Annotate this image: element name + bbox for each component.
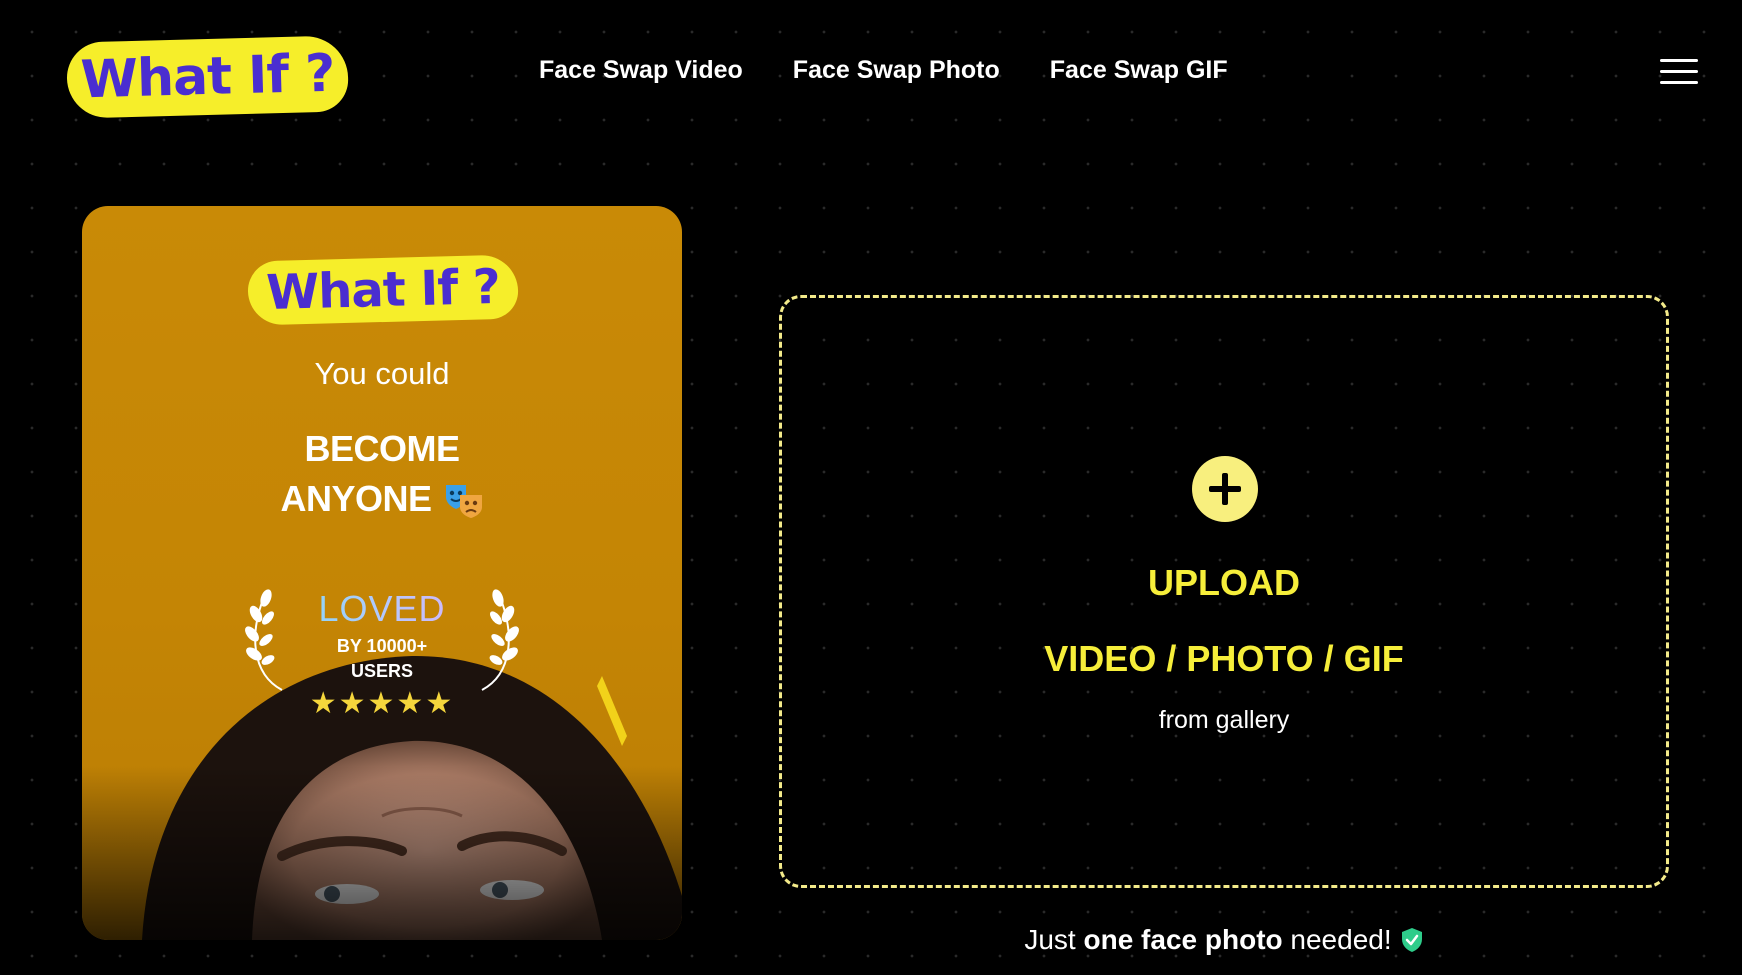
promo-card: What If ? You could BECOME ANYONE LOVED …: [82, 206, 682, 940]
nav-face-swap-video[interactable]: Face Swap Video: [539, 56, 743, 85]
logo-text: What If ?: [79, 43, 336, 111]
main-nav: Face Swap Video Face Swap Photo Face Swa…: [539, 56, 1228, 85]
promo-logo-text: What If ?: [265, 258, 501, 322]
promo-logo: What If ?: [247, 254, 519, 326]
laurel-right-icon: [481, 589, 519, 691]
shield-check-icon: [1400, 927, 1424, 953]
nav-face-swap-photo[interactable]: Face Swap Photo: [793, 56, 1000, 85]
loved-badge: LOVED BY 10000+ USERS ★★★★★: [242, 578, 522, 728]
plus-icon[interactable]: [1192, 456, 1258, 522]
promo-headline-word: ANYONE: [280, 478, 432, 519]
upload-dropzone[interactable]: UPLOAD VIDEO / PHOTO / GIF from gallery: [779, 295, 1669, 888]
promo-subtitle: You could: [314, 356, 450, 391]
promo-headline-line1: BECOME: [304, 428, 460, 469]
one-photo-note: Just one face photo needed!: [779, 924, 1669, 956]
note-bold: one face photo: [1083, 924, 1283, 955]
note-suffix: needed!: [1290, 924, 1392, 955]
upload-title: UPLOAD: [1148, 562, 1300, 603]
upload-source: from gallery: [1158, 706, 1290, 734]
theater-masks-icon: [444, 483, 484, 519]
upload-types: VIDEO / PHOTO / GIF: [1044, 638, 1404, 679]
site-logo[interactable]: What If ?: [69, 38, 346, 116]
note-prefix: Just: [1024, 924, 1076, 955]
nav-face-swap-gif[interactable]: Face Swap GIF: [1050, 56, 1228, 85]
hamburger-menu-icon[interactable]: [1660, 56, 1698, 90]
promo-headline-line2: ANYONE: [82, 478, 682, 520]
